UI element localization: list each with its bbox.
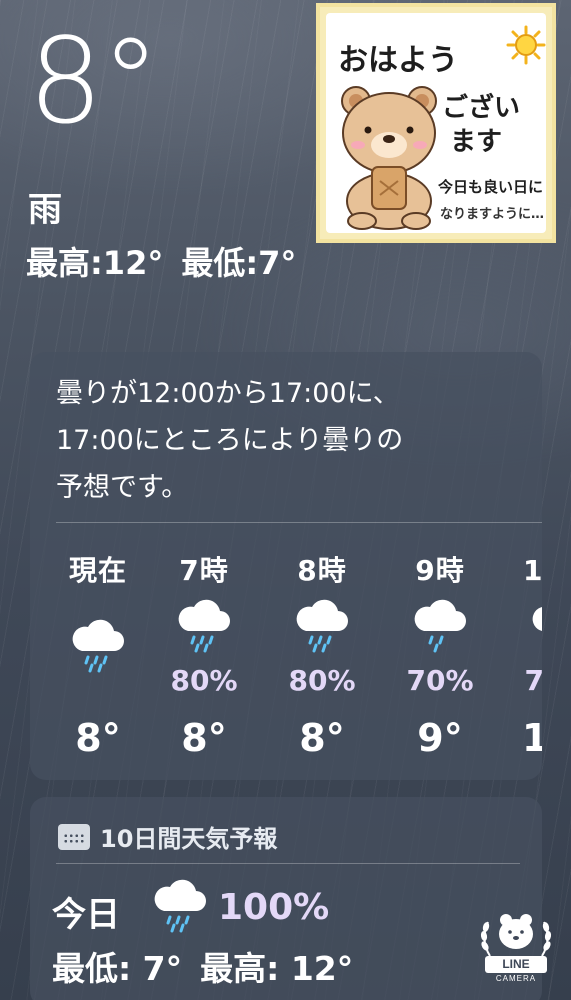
bear-icon bbox=[341, 86, 437, 230]
sun-icon bbox=[506, 25, 546, 65]
hour-label: 7時 bbox=[179, 554, 229, 587]
hour-precip: 70% bbox=[406, 664, 474, 697]
divider bbox=[56, 863, 520, 864]
hour-precip: 80% bbox=[170, 664, 238, 697]
rain-cloud-icon bbox=[296, 599, 348, 653]
hour-item-10: 10時 70% 10° bbox=[508, 547, 542, 762]
sticker-card: おはよう ござい ます 今日も良い日に なりますように… bbox=[326, 13, 546, 233]
calendar-icon bbox=[58, 823, 90, 850]
sticker-text-line4: 今日も良い日に bbox=[438, 178, 544, 196]
day-name: 今日 bbox=[52, 895, 120, 935]
divider bbox=[56, 522, 542, 523]
sticker-text-greeting: おはよう bbox=[338, 43, 458, 78]
ten-day-forecast-card[interactable]: 10日間天気予報 今日 100% 最低: 7° 最高: 12° bbox=[30, 797, 542, 1000]
hour-item-9: 9時 70% 9° bbox=[390, 547, 490, 762]
day-high: 最高: 12° bbox=[200, 949, 354, 988]
day-row-today[interactable]: 今日 100% bbox=[52, 879, 532, 937]
hour-temp: 10° bbox=[522, 716, 542, 760]
hourly-forecast-card[interactable]: 曇りが12:00から17:00に、 17:00にところにより曇りの 予想です。 … bbox=[30, 352, 542, 780]
ten-day-header: 10日間天気予報 bbox=[58, 819, 277, 854]
hour-precip: 70% bbox=[524, 664, 542, 697]
hourly-list[interactable]: 現在 8° 7時 80% 8° 8時 80% 8° 9時 70% 9° 1 7 … bbox=[30, 547, 542, 767]
hour-temp: 8° bbox=[299, 716, 345, 760]
line-camera-watermark: LINE CAMERA bbox=[476, 906, 556, 988]
current-condition: 雨 bbox=[28, 190, 62, 230]
hour-item-now: 現在 8° bbox=[48, 547, 148, 762]
rain-cloud-icon bbox=[414, 599, 466, 653]
laurel-bear-icon bbox=[480, 914, 552, 957]
sticker-text-line3: ます bbox=[450, 127, 503, 157]
rain-cloud-icon bbox=[178, 599, 230, 653]
current-low: 最低:7° bbox=[181, 244, 297, 282]
hour-temp: 9° bbox=[417, 716, 463, 760]
rain-cloud-icon bbox=[72, 619, 124, 673]
hour-temp: 8° bbox=[181, 716, 227, 760]
forecast-summary: 曇りが12:00から17:00に、 17:00にところにより曇りの 予想です。 bbox=[56, 378, 404, 503]
current-temperature: 8° bbox=[28, 12, 160, 150]
current-high: 最高:12° bbox=[26, 244, 164, 282]
rain-cloud-icon bbox=[154, 879, 206, 933]
sticker-text-line5: なりますように… bbox=[440, 207, 545, 222]
hour-precip: 80% bbox=[288, 664, 356, 697]
hour-temp: 8° bbox=[75, 716, 121, 760]
rain-cloud-icon bbox=[532, 607, 542, 631]
watermark-sub: CAMERA bbox=[495, 974, 537, 983]
greeting-sticker: おはよう ござい ます 今日も良い日に なりますように… bbox=[316, 3, 556, 243]
hour-label: 現在 bbox=[68, 554, 127, 587]
day-low: 最低: 7° bbox=[52, 949, 183, 988]
ten-day-title: 10日間天気予報 bbox=[100, 825, 278, 853]
hour-label: 10時 bbox=[523, 554, 542, 587]
current-high-low: 最高:12° 最低:7° bbox=[26, 247, 314, 279]
watermark-brand: LINE bbox=[485, 956, 547, 973]
hour-label: 9時 bbox=[415, 554, 465, 587]
day-precip: 100% bbox=[218, 887, 330, 928]
sticker-text-line2: ござい bbox=[442, 93, 521, 123]
day-high-low: 最低: 7° 最高: 12° bbox=[52, 942, 371, 990]
hour-item-7: 7時 80% 8° bbox=[154, 547, 254, 762]
hour-label: 8時 bbox=[297, 554, 347, 587]
hour-item-8: 8時 80% 8° bbox=[272, 547, 372, 762]
